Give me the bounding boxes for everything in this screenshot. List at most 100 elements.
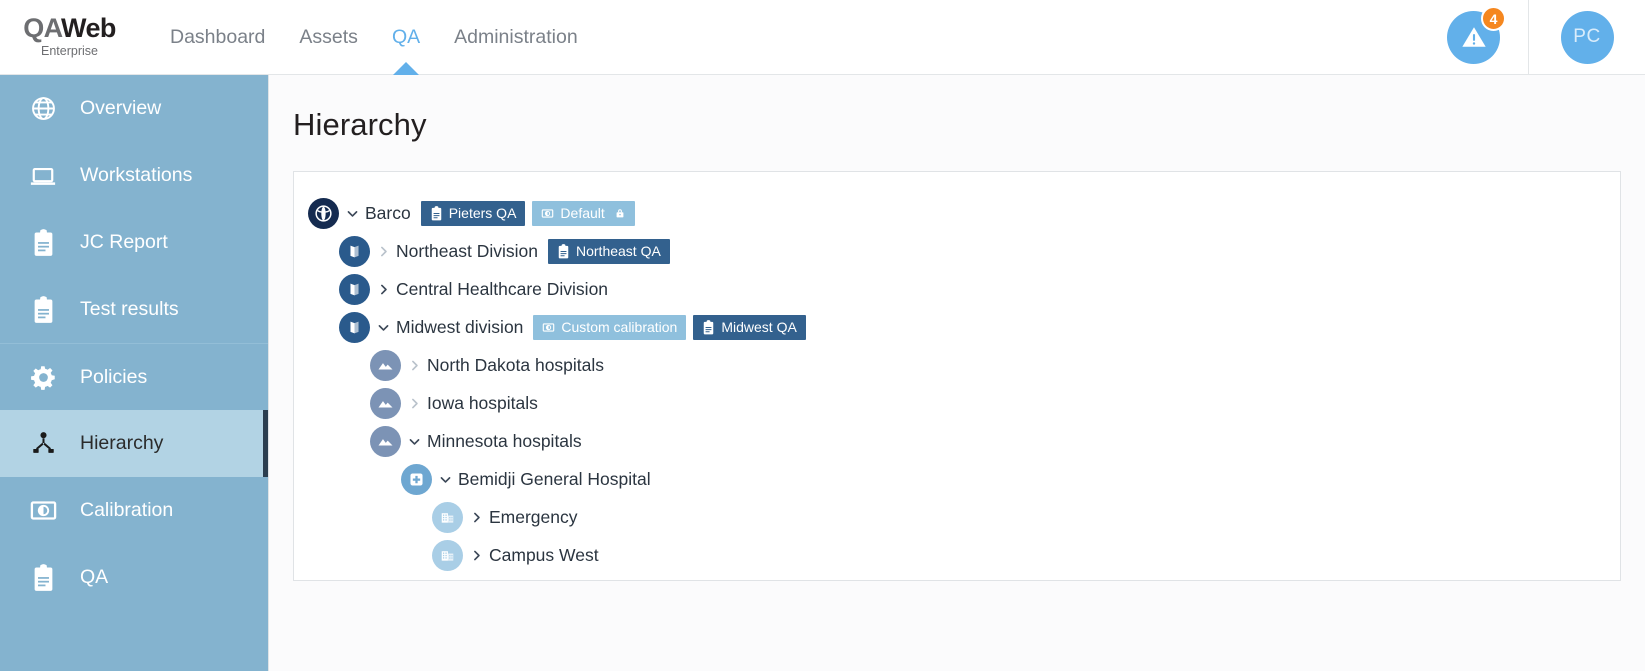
page-body: Overview Workstations JC Report Test res… bbox=[0, 75, 1645, 671]
logo-text-qa: QA bbox=[23, 12, 62, 43]
chevron-down-icon[interactable] bbox=[339, 207, 365, 220]
chevron-right-icon[interactable] bbox=[401, 397, 427, 410]
alerts-area: 4 bbox=[1419, 0, 1529, 74]
tree-node-label[interactable]: Bemidji General Hospital bbox=[458, 469, 651, 490]
chevron-right-icon[interactable] bbox=[370, 283, 396, 296]
main-content: Hierarchy Barco Pieters QA Default Northeas… bbox=[268, 75, 1645, 671]
tree-node-label[interactable]: Northeast Division bbox=[396, 241, 538, 262]
node-badge[interactable]: Northeast QA bbox=[548, 238, 670, 264]
node-badge-label: Pieters QA bbox=[448, 205, 517, 221]
chevron-down-icon[interactable] bbox=[432, 473, 458, 486]
alerts-count-badge: 4 bbox=[1481, 6, 1506, 31]
sidebar-item-label: Policies bbox=[80, 365, 148, 388]
map-node-icon bbox=[339, 235, 370, 267]
region-node-icon bbox=[370, 387, 401, 419]
sidebar-item-label: Workstations bbox=[80, 164, 193, 186]
logo-text-web: Web bbox=[61, 12, 116, 43]
tree-node-row[interactable]: Iowa hospitals bbox=[294, 384, 1620, 422]
clipboard-icon bbox=[20, 295, 66, 324]
tree-node-label[interactable]: Barco bbox=[365, 203, 411, 224]
tree-node-row[interactable]: Barco Pieters QA Default bbox=[294, 194, 1620, 232]
app-logo[interactable]: QAWeb Enterprise bbox=[0, 12, 135, 59]
main-nav: Dashboard Assets QA Administration bbox=[153, 0, 595, 74]
hierarchy-icon bbox=[20, 430, 66, 457]
tree-node-label[interactable]: North Dakota hospitals bbox=[427, 355, 604, 376]
tree-node-row[interactable]: Northeast Division Northeast QA bbox=[294, 232, 1620, 270]
node-badge-label: Midwest QA bbox=[721, 319, 797, 335]
region-node-icon bbox=[370, 349, 401, 381]
node-badge-label: Custom calibration bbox=[561, 319, 678, 335]
department-node-icon bbox=[432, 501, 463, 533]
sidebar-item-hierarchy[interactable]: Hierarchy bbox=[0, 410, 268, 477]
nav-item-qa[interactable]: QA bbox=[375, 0, 437, 74]
tree-node-label[interactable]: Central Healthcare Division bbox=[396, 279, 608, 300]
sidebar-item-label: Calibration bbox=[80, 499, 174, 521]
sidebar-item-label: JC Report bbox=[80, 231, 168, 253]
calibration-icon bbox=[541, 206, 554, 221]
department-node-icon bbox=[432, 539, 463, 571]
tree-node-label[interactable]: Emergency bbox=[489, 507, 578, 528]
hierarchy-card: Barco Pieters QA Default Northeast Division… bbox=[293, 171, 1621, 581]
chevron-down-icon[interactable] bbox=[401, 435, 427, 448]
clipboard-icon bbox=[430, 206, 443, 221]
sidebar-item-policies[interactable]: Policies bbox=[0, 343, 268, 410]
map-node-icon bbox=[339, 311, 370, 343]
logo-subtitle: Enterprise bbox=[41, 43, 98, 58]
tree-node-label[interactable]: Midwest division bbox=[396, 317, 523, 338]
map-node-icon bbox=[339, 273, 370, 305]
node-badge[interactable]: Midwest QA bbox=[693, 314, 806, 340]
chevron-right-icon[interactable] bbox=[463, 549, 489, 562]
top-right-actions: 4 PC bbox=[1419, 0, 1645, 74]
clipboard-icon bbox=[702, 320, 715, 335]
lock-icon bbox=[614, 206, 626, 220]
hierarchy-tree: Barco Pieters QA Default Northeast Division… bbox=[294, 194, 1620, 574]
globe-node-icon bbox=[308, 197, 339, 229]
node-badge-label: Default bbox=[560, 205, 605, 221]
node-badge[interactable]: Default bbox=[532, 200, 635, 226]
tree-node-label[interactable]: Iowa hospitals bbox=[427, 393, 538, 414]
sidebar-item-label: QA bbox=[80, 566, 109, 588]
chevron-down-icon[interactable] bbox=[370, 321, 396, 334]
tree-node-label[interactable]: Campus West bbox=[489, 545, 599, 566]
tree-node-row[interactable]: Central Healthcare Division bbox=[294, 270, 1620, 308]
sidebar-item-overview[interactable]: Overview bbox=[0, 75, 268, 142]
clipboard-icon bbox=[20, 563, 66, 592]
tree-node-row[interactable]: Campus West bbox=[294, 536, 1620, 574]
chevron-right-icon[interactable] bbox=[401, 359, 427, 372]
sidebar-item-label: Hierarchy bbox=[80, 432, 164, 454]
avatar[interactable]: PC bbox=[1560, 10, 1614, 64]
tree-node-row[interactable]: North Dakota hospitals bbox=[294, 346, 1620, 384]
laptop-icon bbox=[20, 161, 66, 191]
sidebar-item-workstations[interactable]: Workstations bbox=[0, 142, 268, 209]
node-badge[interactable]: Custom calibration bbox=[533, 314, 687, 340]
clipboard-icon bbox=[20, 228, 66, 257]
tree-node-row[interactable]: Bemidji General Hospital bbox=[294, 460, 1620, 498]
sidebar-item-label: Test results bbox=[80, 298, 179, 320]
nav-item-dashboard[interactable]: Dashboard bbox=[153, 0, 282, 74]
node-badge[interactable]: Pieters QA bbox=[420, 200, 526, 226]
sidebar: Overview Workstations JC Report Test res… bbox=[0, 75, 268, 671]
sidebar-item-jc-report[interactable]: JC Report bbox=[0, 209, 268, 276]
calibration-icon bbox=[20, 496, 66, 525]
nav-item-assets[interactable]: Assets bbox=[282, 0, 375, 74]
tree-node-row[interactable]: Midwest division Custom calibration Midwes… bbox=[294, 308, 1620, 346]
globe-icon bbox=[20, 95, 66, 122]
hospital-node-icon bbox=[401, 463, 432, 495]
sidebar-item-qa[interactable]: QA bbox=[0, 544, 268, 611]
calibration-icon bbox=[542, 320, 555, 335]
tree-node-row[interactable]: Emergency bbox=[294, 498, 1620, 536]
logo-text: QAWeb bbox=[23, 12, 116, 43]
gear-icon bbox=[20, 363, 66, 392]
nav-item-administration[interactable]: Administration bbox=[437, 0, 595, 74]
chevron-right-icon[interactable] bbox=[463, 511, 489, 524]
sidebar-item-calibration[interactable]: Calibration bbox=[0, 477, 268, 544]
user-area: PC bbox=[1529, 0, 1645, 74]
tree-node-row[interactable]: Minnesota hospitals bbox=[294, 422, 1620, 460]
sidebar-item-label: Overview bbox=[80, 97, 162, 119]
chevron-right-icon[interactable] bbox=[370, 245, 396, 258]
warning-triangle-icon bbox=[1460, 23, 1488, 51]
clipboard-icon bbox=[557, 244, 570, 259]
tree-node-label[interactable]: Minnesota hospitals bbox=[427, 431, 582, 452]
sidebar-item-test-results[interactable]: Test results bbox=[0, 276, 268, 343]
region-node-icon bbox=[370, 425, 401, 457]
